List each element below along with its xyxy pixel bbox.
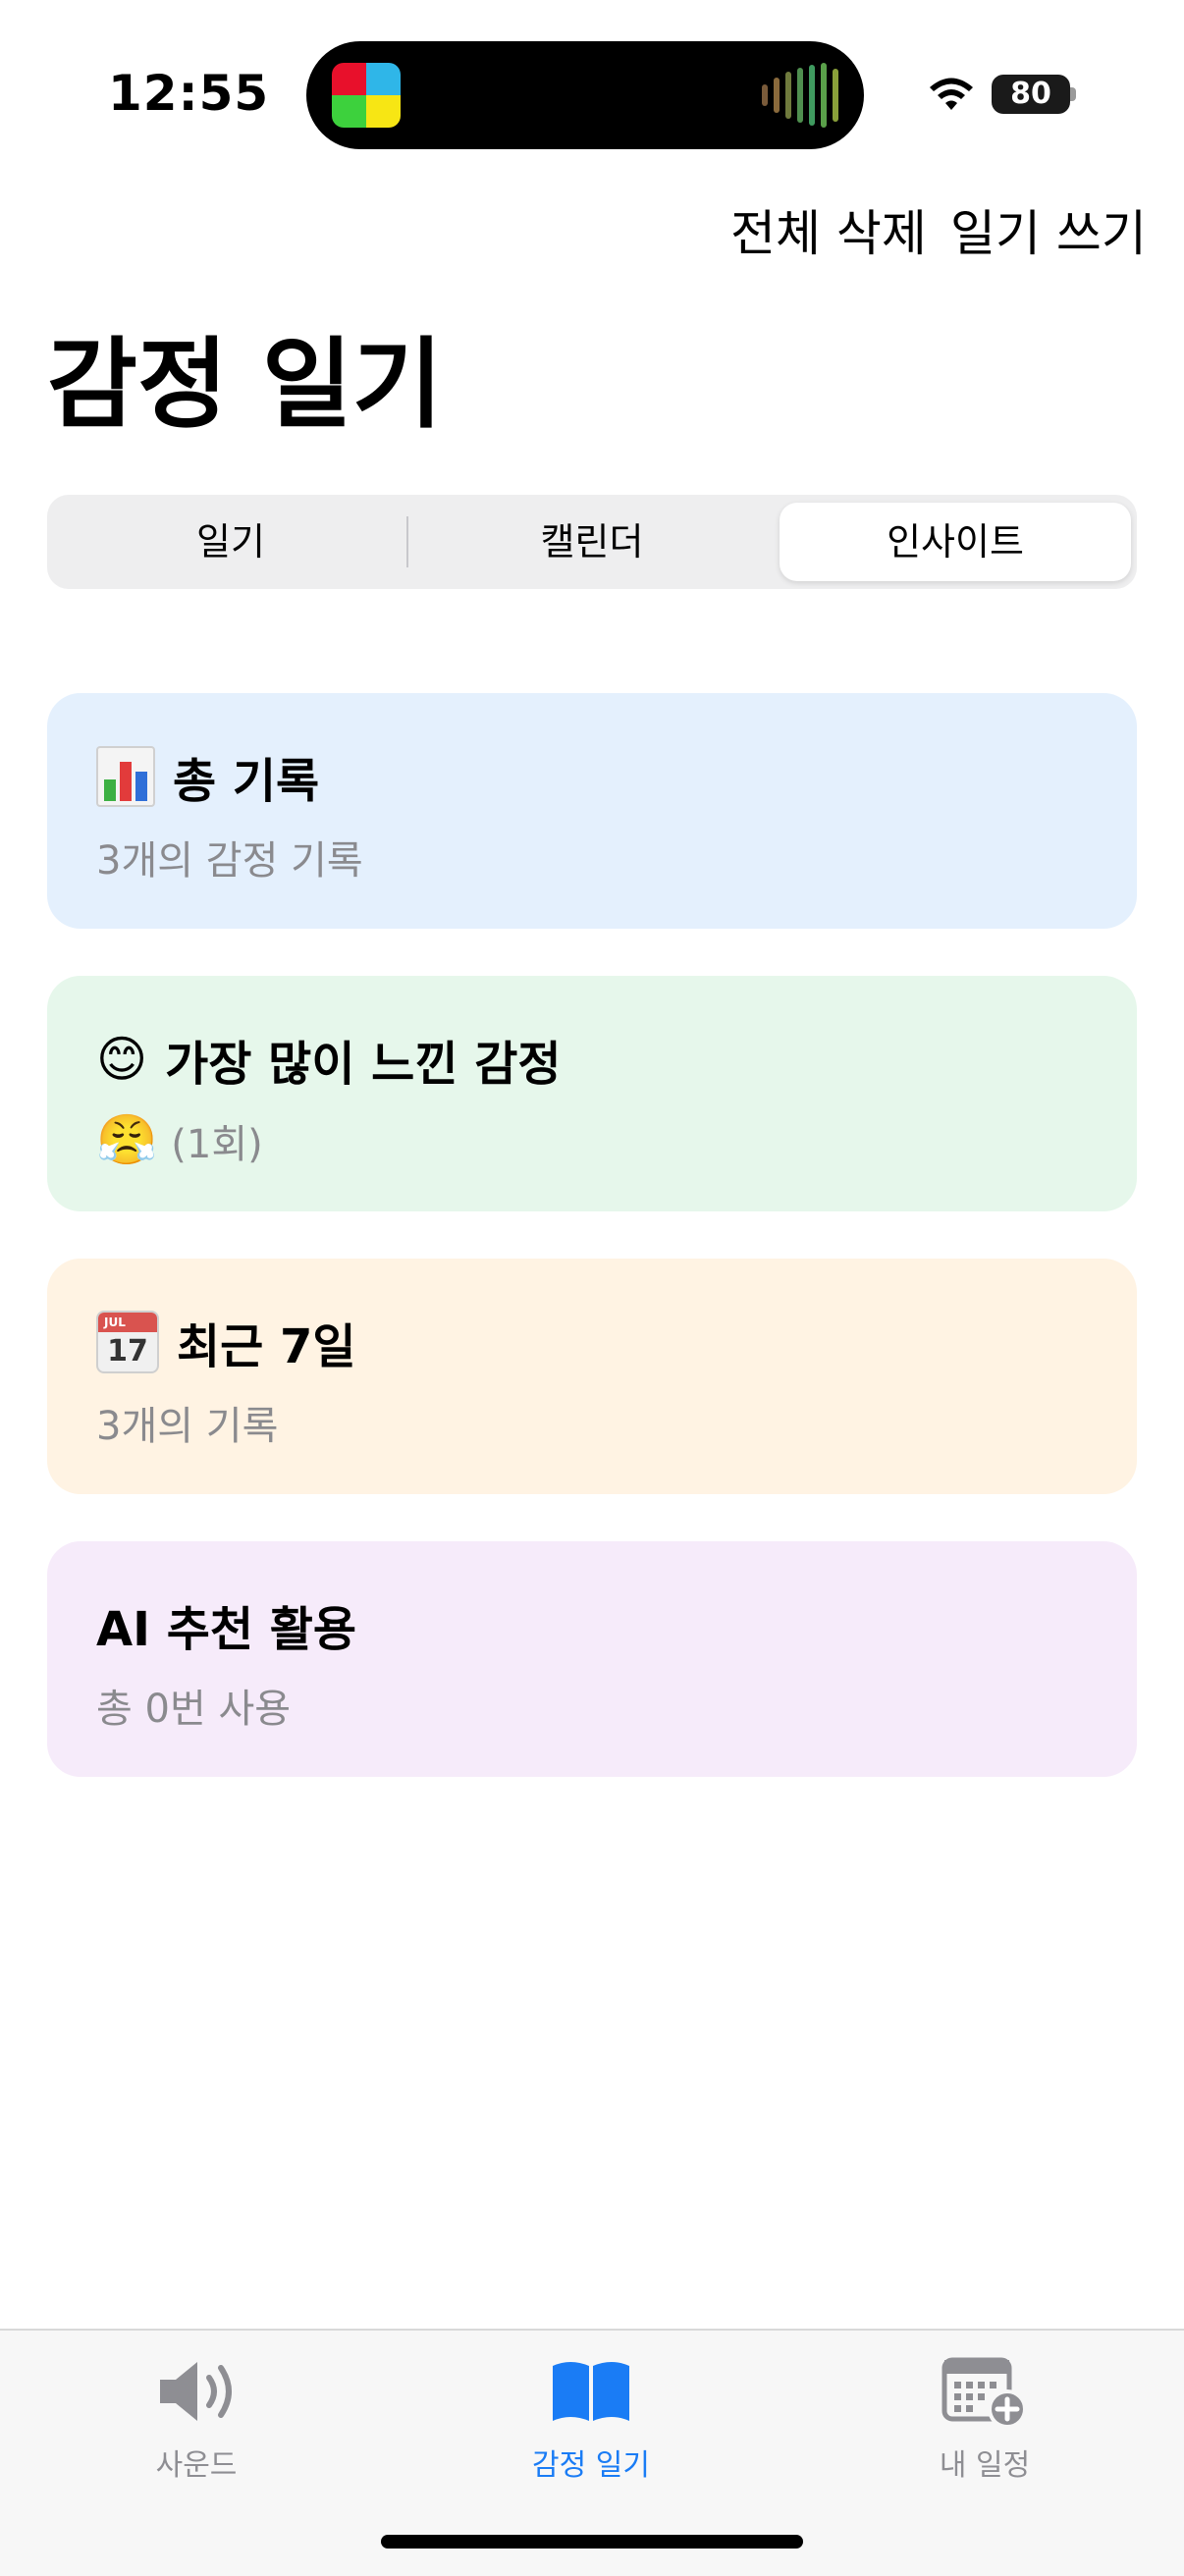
segment-calendar[interactable]: 캘린더 (416, 503, 768, 581)
tab-sound-label: 사운드 (155, 2448, 238, 2483)
segmented-control: 일기 캘린더 인사이트 (47, 495, 1137, 589)
top-emotion-title: 가장 많이 느낀 감정 (165, 1037, 562, 1092)
steaming-face-icon: 😤 (96, 1111, 158, 1168)
battery-indicator: 80 (992, 75, 1070, 114)
recent-7-days-value: 3개의 기록 (96, 1404, 279, 1449)
wifi-icon (930, 78, 973, 110)
card-title: AI 추천 활용 (96, 1590, 356, 1659)
book-icon (553, 2362, 629, 2421)
audio-wave-icon (762, 63, 838, 128)
app-icon (332, 63, 401, 128)
top-emotion-card: 😊 가장 많이 느낀 감정 😤 (1회) (47, 976, 1137, 1211)
battery-cap (1070, 87, 1076, 101)
ai-usage-card: AI 추천 활용 총 0번 사용 (47, 1541, 1137, 1777)
dynamic-island (306, 41, 864, 149)
tab-emotion-diary-label: 감정 일기 (532, 2448, 650, 2483)
home-indicator[interactable] (381, 2535, 803, 2549)
segment-divider (406, 516, 408, 567)
total-records-title: 총 기록 (173, 754, 320, 809)
bar-chart-icon (96, 746, 155, 807)
card-title: 총 기록 (96, 742, 319, 811)
recent-7-days-card: JUL 17 최근 7일 3개의 기록 (47, 1259, 1137, 1494)
ai-usage-value: 총 0번 사용 (96, 1687, 292, 1732)
segment-diary[interactable]: 일기 (55, 503, 406, 581)
calendar-add-icon (942, 2357, 1027, 2429)
top-emotion-count: (1회) (171, 1121, 263, 1167)
smiling-face-icon: 😊 (96, 1031, 148, 1088)
card-title: 😊 가장 많이 느낀 감정 (96, 1025, 562, 1094)
tab-emotion-diary[interactable]: 감정 일기 (444, 2352, 738, 2484)
tab-my-schedule-label: 내 일정 (939, 2448, 1031, 2483)
total-records-card: 총 기록 3개의 감정 기록 (47, 693, 1137, 929)
recent-7-days-title: 최근 7일 (177, 1319, 356, 1374)
tab-sound[interactable]: 사운드 (49, 2352, 344, 2484)
delete-all-button[interactable]: 전체 삭제 (730, 194, 927, 265)
page-title: 감정 일기 (47, 327, 443, 442)
calendar-icon: JUL 17 (96, 1311, 159, 1373)
segment-insight[interactable]: 인사이트 (780, 503, 1131, 581)
status-time: 12:55 (108, 65, 270, 122)
tab-my-schedule[interactable]: 내 일정 (837, 2352, 1132, 2484)
card-title: JUL 17 최근 7일 (96, 1308, 356, 1376)
speaker-icon (160, 2362, 232, 2421)
write-diary-button[interactable]: 일기 쓰기 (950, 194, 1147, 265)
top-emotion-value: 😤 (1회) (96, 1111, 263, 1169)
total-records-value: 3개의 감정 기록 (96, 838, 363, 884)
ai-usage-title: AI 추천 활용 (96, 1602, 357, 1657)
